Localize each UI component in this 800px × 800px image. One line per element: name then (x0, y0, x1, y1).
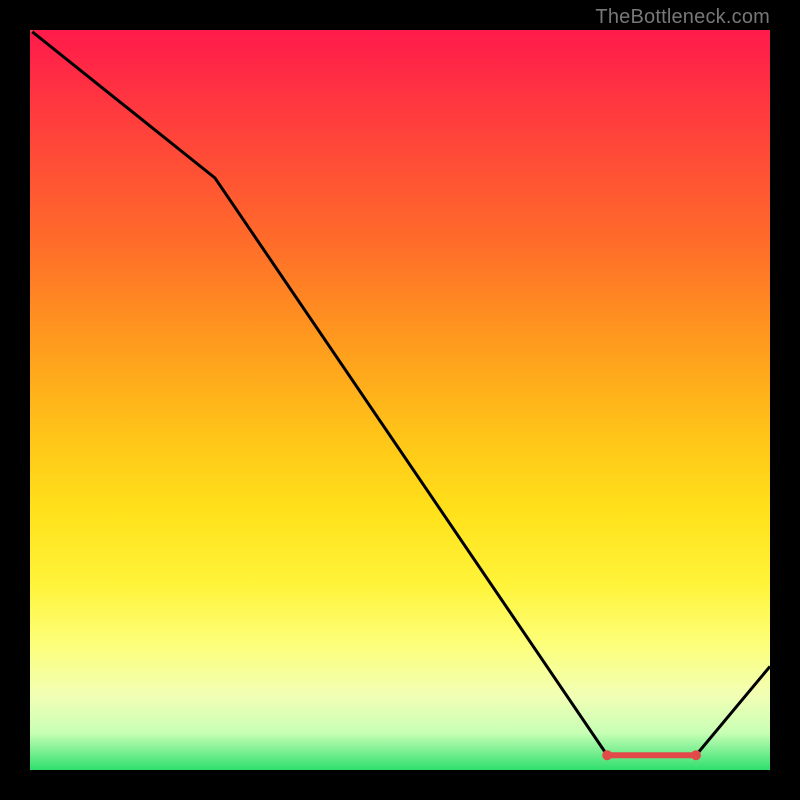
attribution-label: TheBottleneck.com (595, 6, 770, 29)
marker-dot-right (691, 750, 701, 760)
chart-frame: TheBottleneck.com (0, 0, 800, 800)
chart-svg (30, 30, 770, 770)
chart-line (30, 30, 770, 755)
marker-dot-left (602, 750, 612, 760)
chart-plot-area (30, 30, 770, 770)
